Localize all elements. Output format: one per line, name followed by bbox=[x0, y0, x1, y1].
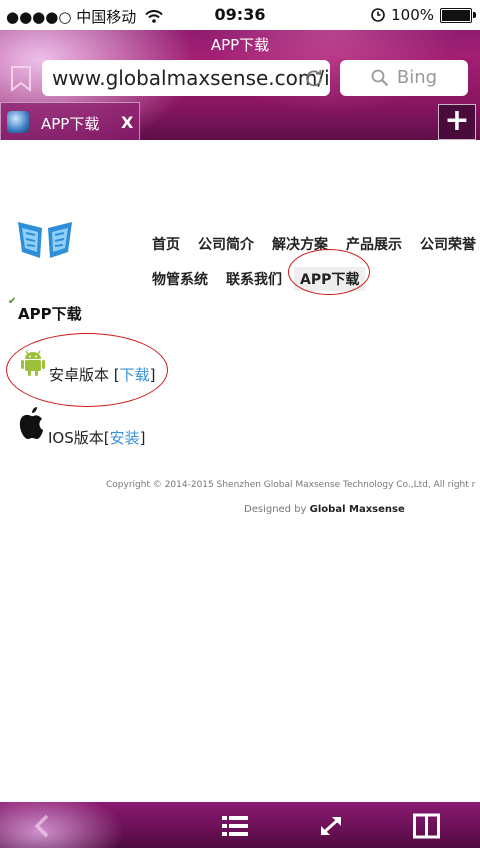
bookmark-icon[interactable] bbox=[10, 66, 32, 92]
battery-percentage: 100% bbox=[391, 6, 434, 24]
designed-by-name: Global Maxsense bbox=[309, 504, 405, 515]
new-tab-button[interactable]: + bbox=[438, 104, 476, 140]
ios-bracket: ] bbox=[139, 429, 146, 447]
search-icon bbox=[371, 69, 389, 87]
checkmark-icon: ✔ bbox=[8, 296, 17, 307]
fullscreen-button[interactable] bbox=[316, 812, 346, 840]
copyright-text: Copyright © 2014-2015 Shenzhen Global Ma… bbox=[106, 480, 476, 490]
status-bar: ●●●●○ 中国移动 09:36 100% bbox=[0, 0, 480, 30]
battery-icon bbox=[440, 7, 476, 23]
list-icon bbox=[222, 816, 248, 836]
android-download-link[interactable]: 下载 bbox=[120, 366, 150, 384]
ios-label: IOS版本[ bbox=[48, 429, 110, 447]
url-text: www.globalmaxsense.com/i... bbox=[52, 66, 330, 90]
tab-title: APP下载 bbox=[41, 115, 100, 133]
nav-item-honors[interactable]: 公司荣誉 bbox=[420, 234, 476, 254]
logo bbox=[18, 222, 72, 258]
nav-item-home[interactable]: 首页 bbox=[152, 234, 180, 254]
fullscreen-icon bbox=[321, 816, 341, 836]
search-placeholder: Bing bbox=[396, 67, 438, 88]
android-bracket: ] bbox=[149, 366, 156, 384]
favicon bbox=[7, 111, 29, 133]
nav-item-contact[interactable]: 联系我们 bbox=[226, 269, 282, 289]
android-icon bbox=[21, 350, 45, 376]
close-tab-button[interactable]: X bbox=[121, 113, 133, 132]
designed-by: Designed by Global Maxsense bbox=[244, 504, 405, 515]
back-icon bbox=[34, 814, 49, 838]
browser-toolbar bbox=[0, 802, 480, 848]
apple-icon bbox=[19, 407, 43, 439]
annotation-circle-nav bbox=[288, 249, 370, 295]
designed-by-label: Designed by bbox=[244, 504, 307, 515]
nav-item-about[interactable]: 公司简介 bbox=[198, 234, 254, 254]
alarm-icon bbox=[371, 8, 385, 22]
address-bar[interactable]: www.globalmaxsense.com/i... bbox=[42, 60, 330, 96]
reload-icon[interactable] bbox=[304, 68, 324, 88]
menu-list-button[interactable] bbox=[220, 812, 250, 840]
browser-tab[interactable]: APP下载 X bbox=[0, 102, 140, 140]
split-view-button[interactable] bbox=[412, 812, 442, 840]
nav-item-property-system[interactable]: 物管系统 bbox=[152, 269, 208, 289]
ios-install-link[interactable]: 安装 bbox=[110, 429, 140, 447]
page-title: APP下载 bbox=[210, 36, 270, 54]
ios-download-row: IOS版本[安装] bbox=[48, 427, 145, 448]
search-box[interactable]: Bing bbox=[340, 60, 468, 96]
split-view-icon bbox=[413, 813, 440, 839]
nav-item-products[interactable]: 产品展示 bbox=[346, 234, 402, 254]
back-button[interactable] bbox=[28, 812, 58, 840]
section-heading: APP下载 bbox=[18, 305, 82, 323]
android-label: 安卓版本 [ bbox=[49, 366, 120, 384]
android-download-row: 安卓版本 [下载] bbox=[49, 364, 156, 385]
